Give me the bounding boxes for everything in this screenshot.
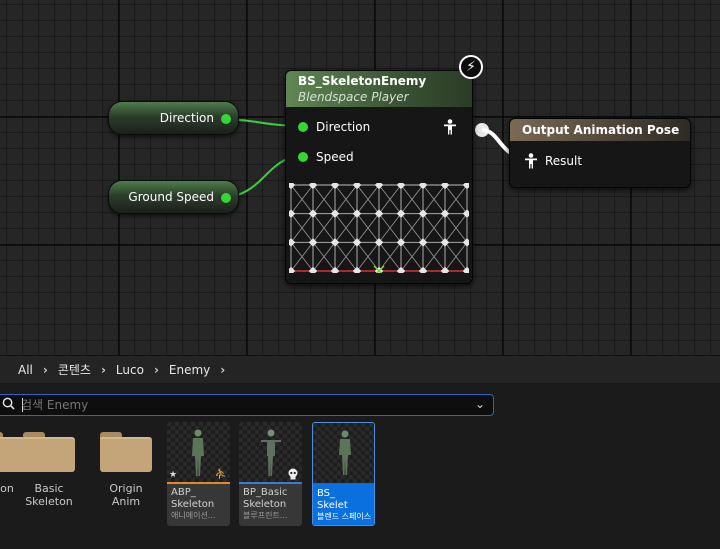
sample-point [462, 238, 469, 247]
search-input[interactable] [21, 396, 461, 414]
asset-thumbnail: ★ ⛹ [167, 422, 230, 482]
speed-input-pin[interactable] [298, 152, 308, 162]
breadcrumb-enemy[interactable]: Enemy [159, 363, 220, 377]
chevron-down-icon[interactable]: ⌄ [475, 397, 485, 411]
sample-point [308, 209, 318, 218]
folder-label: Basic Skeleton [25, 482, 73, 508]
sample-point [462, 183, 469, 190]
sample-point [289, 266, 296, 273]
lightning-bolt-icon: ⚡ [459, 55, 483, 79]
pose-output-pin-icon[interactable] [443, 119, 457, 135]
result-input-pin-row[interactable]: Result [524, 153, 582, 169]
folder-origin-anim[interactable]: Origin Anim [91, 428, 161, 508]
direction-input-pin[interactable] [298, 122, 308, 132]
skull-icon [288, 468, 298, 480]
direction-variable-label: Direction [159, 111, 214, 125]
sample-point [418, 209, 428, 218]
blendspace-node-title: BS_SkeletonEnemy [298, 74, 427, 88]
result-label: Result [545, 154, 583, 168]
asset-type: 블렌드 스페이스 [317, 512, 372, 521]
sample-point [308, 238, 318, 247]
breadcrumb: All › 콘텐츠 › Luco › Enemy › [0, 355, 720, 383]
breadcrumb-luco[interactable]: Luco [106, 363, 154, 377]
search-icon [2, 397, 15, 410]
blendspace-node-header: BS_SkeletonEnemy Blendspace Player [286, 71, 472, 107]
skeleton-figure-icon [192, 429, 204, 476]
ground-speed-output-pin[interactable] [221, 193, 231, 203]
breadcrumb-all[interactable]: All [8, 363, 43, 377]
sample-point [374, 209, 384, 218]
running-person-icon: ⛹ [214, 469, 227, 480]
sample-point [396, 238, 406, 247]
folder-icon [23, 428, 75, 472]
output-animation-pose-node[interactable]: Output Animation Pose Result [509, 118, 691, 188]
content-browser: All › 콘텐츠 › Luco › Enemy › ⌄ on Basic Sk… [0, 355, 720, 549]
sample-point [289, 209, 296, 218]
sample-point [462, 266, 469, 273]
search-bar[interactable]: ⌄ [0, 394, 494, 416]
sample-point [440, 238, 450, 247]
asset-type: 블루프린트... [243, 511, 288, 520]
direction-input-pin-row[interactable]: Direction [298, 120, 370, 134]
speed-input-label: Speed [316, 150, 354, 164]
sample-point [330, 238, 340, 247]
skeleton-figure-icon [339, 430, 351, 475]
sample-point [289, 183, 296, 190]
sample-point [289, 238, 296, 247]
asset-bs-skeleton-enemy[interactable]: BS_ Skelet 블렌드 스페이스 [312, 422, 375, 526]
asset-name: BS_ Skelet [317, 488, 348, 511]
asset-type: 애니메이션... [171, 511, 216, 520]
chevron-right-icon[interactable]: › [220, 363, 225, 377]
direction-variable-node[interactable]: Direction [108, 101, 239, 135]
speed-input-pin-row[interactable]: Speed [298, 150, 354, 164]
sample-point [418, 238, 428, 247]
folder-icon [100, 428, 152, 472]
asset-name: ABP_ Skeleton [171, 487, 215, 510]
asset-bp-basic-skeleton[interactable]: BP_Basic Skeleton 블루프린트... [239, 422, 302, 526]
ground-speed-variable-node[interactable]: Ground Speed [108, 180, 239, 214]
sample-point [462, 209, 469, 218]
direction-output-pin[interactable] [221, 114, 231, 124]
pose-wire-knot [475, 123, 489, 137]
folder-basic-skeleton[interactable]: Basic Skeleton [14, 428, 84, 508]
asset-thumbnail [313, 423, 374, 483]
blendspace-preview-grid [289, 183, 469, 273]
folder-label: Origin Anim [109, 482, 143, 508]
sample-point [330, 209, 340, 218]
person-pose-icon[interactable] [524, 153, 538, 169]
breadcrumb-content[interactable]: 콘텐츠 [48, 361, 101, 378]
ground-speed-variable-label: Ground Speed [128, 190, 214, 204]
sample-point [440, 209, 450, 218]
sample-point [374, 238, 384, 247]
sample-point [396, 209, 406, 218]
blendspace-node-subtitle: Blendspace Player [298, 90, 409, 104]
skeleton-figure-icon [261, 429, 281, 476]
asset-name: BP_Basic Skeleton [243, 487, 288, 510]
blendspace-player-node[interactable]: BS_SkeletonEnemy Blendspace Player Direc… [285, 70, 473, 284]
output-node-title: Output Animation Pose [510, 119, 690, 141]
star-icon: ★ [169, 470, 178, 480]
sample-point [352, 209, 362, 218]
asset-thumbnail [239, 422, 302, 482]
asset-abp-skeleton[interactable]: ★ ⛹ ABP_ Skeleton 애니메이션... [167, 422, 230, 526]
sample-point [352, 238, 362, 247]
anim-graph-canvas[interactable]: Direction Ground Speed BS_SkeletonEnemy … [0, 0, 720, 355]
direction-input-label: Direction [316, 120, 371, 134]
